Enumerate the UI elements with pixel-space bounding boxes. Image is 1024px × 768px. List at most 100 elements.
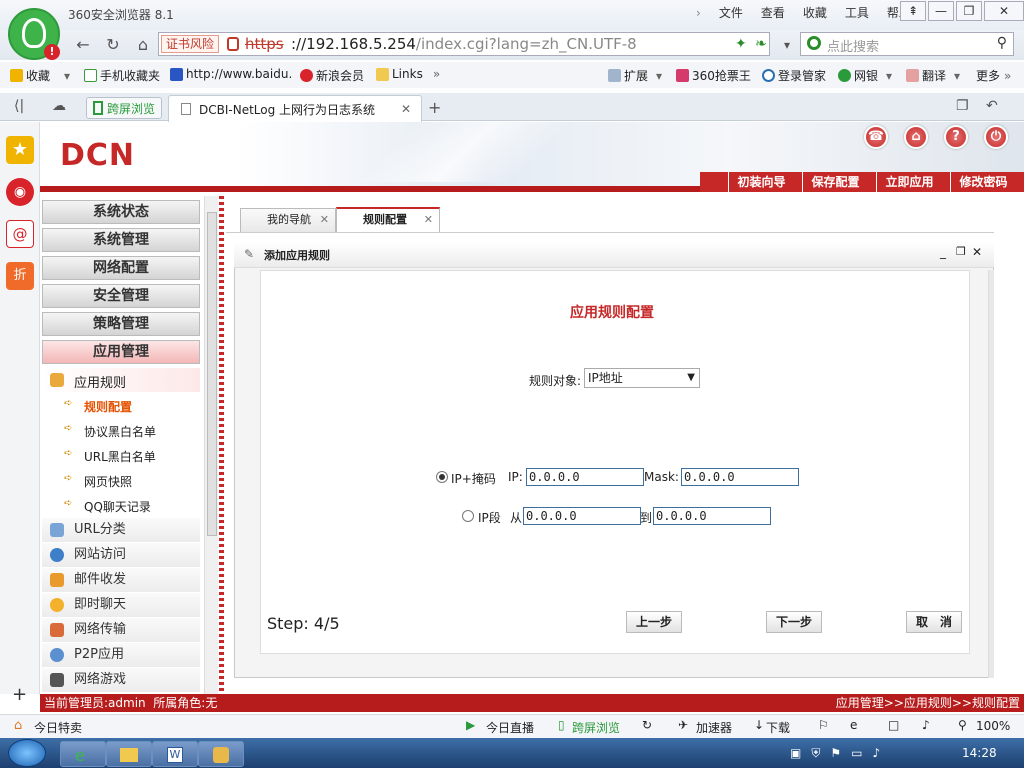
maximize-button[interactable]: ❐ xyxy=(956,1,982,21)
pin-icon[interactable]: ⇞ xyxy=(900,1,926,21)
menu-favorites[interactable]: 收藏 xyxy=(803,4,827,21)
tab-close-icon[interactable]: ✕ xyxy=(320,209,329,231)
shield-icon[interactable]: ⛨ xyxy=(811,746,820,760)
bookmark-extensions[interactable]: 扩展 ▾ xyxy=(608,67,662,84)
scroll-thumb[interactable] xyxy=(207,212,217,536)
taskbar-explorer[interactable] xyxy=(106,741,152,767)
accelerator[interactable]: 加速器 xyxy=(696,719,732,736)
ip-mask-radio[interactable] xyxy=(436,471,448,483)
search-input[interactable]: 点此搜索 xyxy=(827,36,879,55)
leaf-icon[interactable]: ❧ xyxy=(755,36,767,52)
setup-wizard-button[interactable]: 初装向导 xyxy=(728,172,794,192)
refresh-icon[interactable]: ↻ xyxy=(642,718,652,732)
menu-group-p2p[interactable]: P2P应用 xyxy=(42,643,200,667)
menu-policy-management[interactable]: 策略管理 xyxy=(42,312,200,336)
discount-icon[interactable]: 折 xyxy=(6,262,34,290)
from-input[interactable]: 0.0.0.0 xyxy=(523,507,641,525)
minimize-button[interactable]: — xyxy=(928,1,954,21)
minimize-icon[interactable]: _ xyxy=(940,245,946,259)
close-button[interactable]: ✕ xyxy=(984,1,1024,21)
ip-input[interactable]: 0.0.0.0 xyxy=(526,468,644,486)
menu-tools[interactable]: 工具 xyxy=(845,4,869,21)
weibo-icon[interactable]: ◉ xyxy=(6,178,34,206)
cloud-icon[interactable]: ☁ xyxy=(52,98,66,114)
start-button[interactable] xyxy=(8,739,46,767)
taskbar-app[interactable] xyxy=(198,741,244,767)
menu-item-protocol-list[interactable]: ➪ 协议黑白名单 xyxy=(64,423,156,440)
restore-icon[interactable]: ❐ xyxy=(956,245,966,258)
menu-item-snapshot[interactable]: ➪ 网页快照 xyxy=(64,473,132,490)
bookmark-favorites[interactable]: 收藏 ▾ xyxy=(10,67,70,84)
bookmark-login[interactable]: 登录管家 xyxy=(762,67,826,84)
flag-icon[interactable]: ⚐ xyxy=(818,718,829,732)
next-step-button[interactable]: 下一步 xyxy=(766,611,822,633)
network-icon[interactable]: ▣ xyxy=(790,746,801,760)
bookmark-links[interactable]: Links» xyxy=(376,67,440,81)
menu-item-qq-log[interactable]: ➪ QQ聊天记录 xyxy=(64,498,151,515)
clock[interactable]: 14:28 xyxy=(962,746,997,760)
logout-icon[interactable]: ⏻ xyxy=(984,125,1008,149)
tab-split-browse[interactable]: 跨屏浏览 xyxy=(86,97,162,119)
tab-my-nav[interactable]: 我的导航 ✕ xyxy=(240,208,336,232)
menu-system-status[interactable]: 系统状态 xyxy=(42,200,200,224)
change-password-button[interactable]: 修改密码 xyxy=(950,172,1016,192)
menu-item-rule-config[interactable]: ➪ 规则配置 xyxy=(64,398,132,415)
bookmark-baidu[interactable]: http://www.baidu. xyxy=(170,67,292,81)
help-icon[interactable]: ? xyxy=(944,125,968,149)
refresh-icon[interactable]: ↻ xyxy=(102,34,124,56)
daily-deals[interactable]: 今日特卖 xyxy=(34,719,82,736)
menu-divider[interactable] xyxy=(219,196,224,694)
menu-group-transfer[interactable]: 网络传输 xyxy=(42,618,200,642)
restore-tab-icon[interactable]: ❐ xyxy=(956,98,969,114)
tab-rule-config[interactable]: 规则配置 ✕ xyxy=(336,207,440,233)
menu-security-management[interactable]: 安全管理 xyxy=(42,284,200,308)
favorites-star-icon[interactable]: ★ xyxy=(6,136,34,164)
address-bar[interactable]: 证书风险 https ://192.168.5.254/index.cgi?la… xyxy=(158,32,770,56)
security-icon[interactable]: ✦ xyxy=(735,36,747,52)
bookmark-mobile[interactable]: 手机收藏夹 xyxy=(84,67,160,84)
menu-network-config[interactable]: 网络配置 xyxy=(42,256,200,280)
mail-icon[interactable]: @ xyxy=(6,220,34,248)
monitor-icon[interactable]: ▭ xyxy=(851,746,862,760)
search-engine-icon[interactable] xyxy=(807,36,821,50)
sidebar-toggle-icon[interactable]: ⟨| xyxy=(14,98,24,114)
bookmark-tickets[interactable]: 360抢票王 xyxy=(676,67,751,84)
bookmark-more[interactable]: 更多» xyxy=(976,67,1011,84)
menu-group-url-category[interactable]: URL分类 xyxy=(42,518,200,542)
bookmark-bank[interactable]: 网银 ▾ xyxy=(838,67,892,84)
split-browse[interactable]: 跨屏浏览 xyxy=(572,719,620,736)
back-arrow-icon[interactable]: ← xyxy=(72,34,94,56)
search-icon[interactable]: ⚲ xyxy=(997,35,1007,51)
menu-file[interactable]: 文件 xyxy=(719,4,743,21)
to-input[interactable]: 0.0.0.0 xyxy=(653,507,771,525)
menu-scrollbar[interactable] xyxy=(204,196,218,694)
mask-input[interactable]: 0.0.0.0 xyxy=(681,468,799,486)
menu-view[interactable]: 查看 xyxy=(761,4,785,21)
menu-app-rules-head[interactable]: 应用规则 xyxy=(42,368,200,392)
search-box[interactable]: 点此搜索 ⚲ xyxy=(800,32,1014,56)
panel-scrollbar[interactable] xyxy=(988,270,994,678)
prev-step-button[interactable]: 上一步 xyxy=(626,611,682,633)
menu-system-management[interactable]: 系统管理 xyxy=(42,228,200,252)
cancel-button[interactable]: 取 消 xyxy=(906,611,962,633)
flag-icon[interactable]: ⚑ xyxy=(830,746,841,760)
cert-warning-badge[interactable]: 证书风险 xyxy=(161,35,220,53)
ip-range-radio[interactable] xyxy=(462,510,474,522)
menu-group-games[interactable]: 网络游戏 xyxy=(42,668,200,692)
bookmark-translate[interactable]: 翻译 ▾ xyxy=(906,67,960,84)
menu-group-im[interactable]: 即时聊天 xyxy=(42,593,200,617)
zoom-level[interactable]: 100% xyxy=(976,719,1010,733)
tab-close-icon[interactable]: ✕ xyxy=(401,102,411,116)
bookmark-sina[interactable]: 新浪会员 xyxy=(300,67,364,84)
browser-logo-icon[interactable]: ! xyxy=(8,8,60,60)
home-icon[interactable]: ⌂ xyxy=(904,125,928,149)
taskbar-word[interactable]: W xyxy=(152,741,198,767)
new-tab-icon[interactable]: + xyxy=(428,98,441,117)
add-icon[interactable]: + xyxy=(12,684,27,705)
live-today[interactable]: 今日直播 xyxy=(486,719,534,736)
downloads[interactable]: 下载 xyxy=(766,719,790,736)
menu-group-web-access[interactable]: 网站访问 xyxy=(42,543,200,567)
menu-app-management[interactable]: 应用管理 xyxy=(42,340,200,364)
taskbar-ie[interactable]: e xyxy=(60,741,106,767)
apply-now-button[interactable]: 立即应用 xyxy=(876,172,942,192)
